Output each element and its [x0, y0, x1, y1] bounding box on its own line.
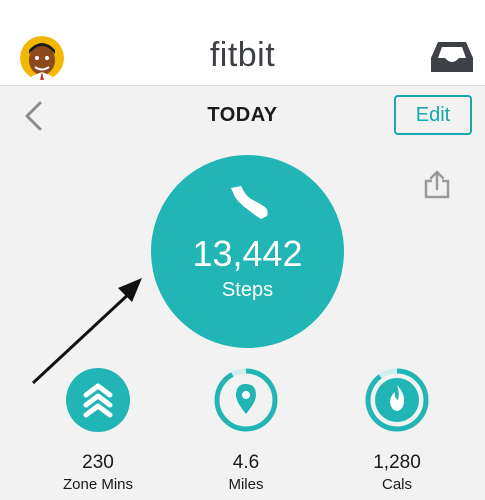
share-icon[interactable] — [422, 170, 452, 200]
stat-miles[interactable]: 4.6 Miles — [186, 368, 306, 493]
steps-tile[interactable]: 13,442 Steps — [151, 155, 344, 348]
steps-value: 13,442 — [192, 233, 303, 274]
steps-label: Steps — [221, 279, 274, 301]
stat-label: Miles — [228, 476, 264, 493]
shoe-icon — [231, 186, 268, 219]
stat-zone-mins[interactable]: 230 Zone Mins — [38, 368, 158, 493]
stat-value: 4.6 — [232, 452, 260, 473]
zone-chevrons-icon — [66, 368, 130, 432]
stat-label: Cals — [381, 476, 412, 493]
top-bar: fitbit — [0, 0, 485, 86]
stat-label: Zone Mins — [62, 476, 134, 493]
flame-icon — [365, 368, 429, 432]
edit-button[interactable]: Edit — [394, 95, 472, 135]
inbox-tray-icon[interactable] — [430, 40, 474, 74]
stat-value: 1,280 — [373, 452, 421, 473]
stat-cals[interactable]: 1,280 Cals — [337, 368, 457, 493]
app-brand-title: fitbit — [209, 36, 276, 74]
stat-value: 230 — [82, 452, 114, 473]
location-pin-icon — [214, 368, 278, 432]
